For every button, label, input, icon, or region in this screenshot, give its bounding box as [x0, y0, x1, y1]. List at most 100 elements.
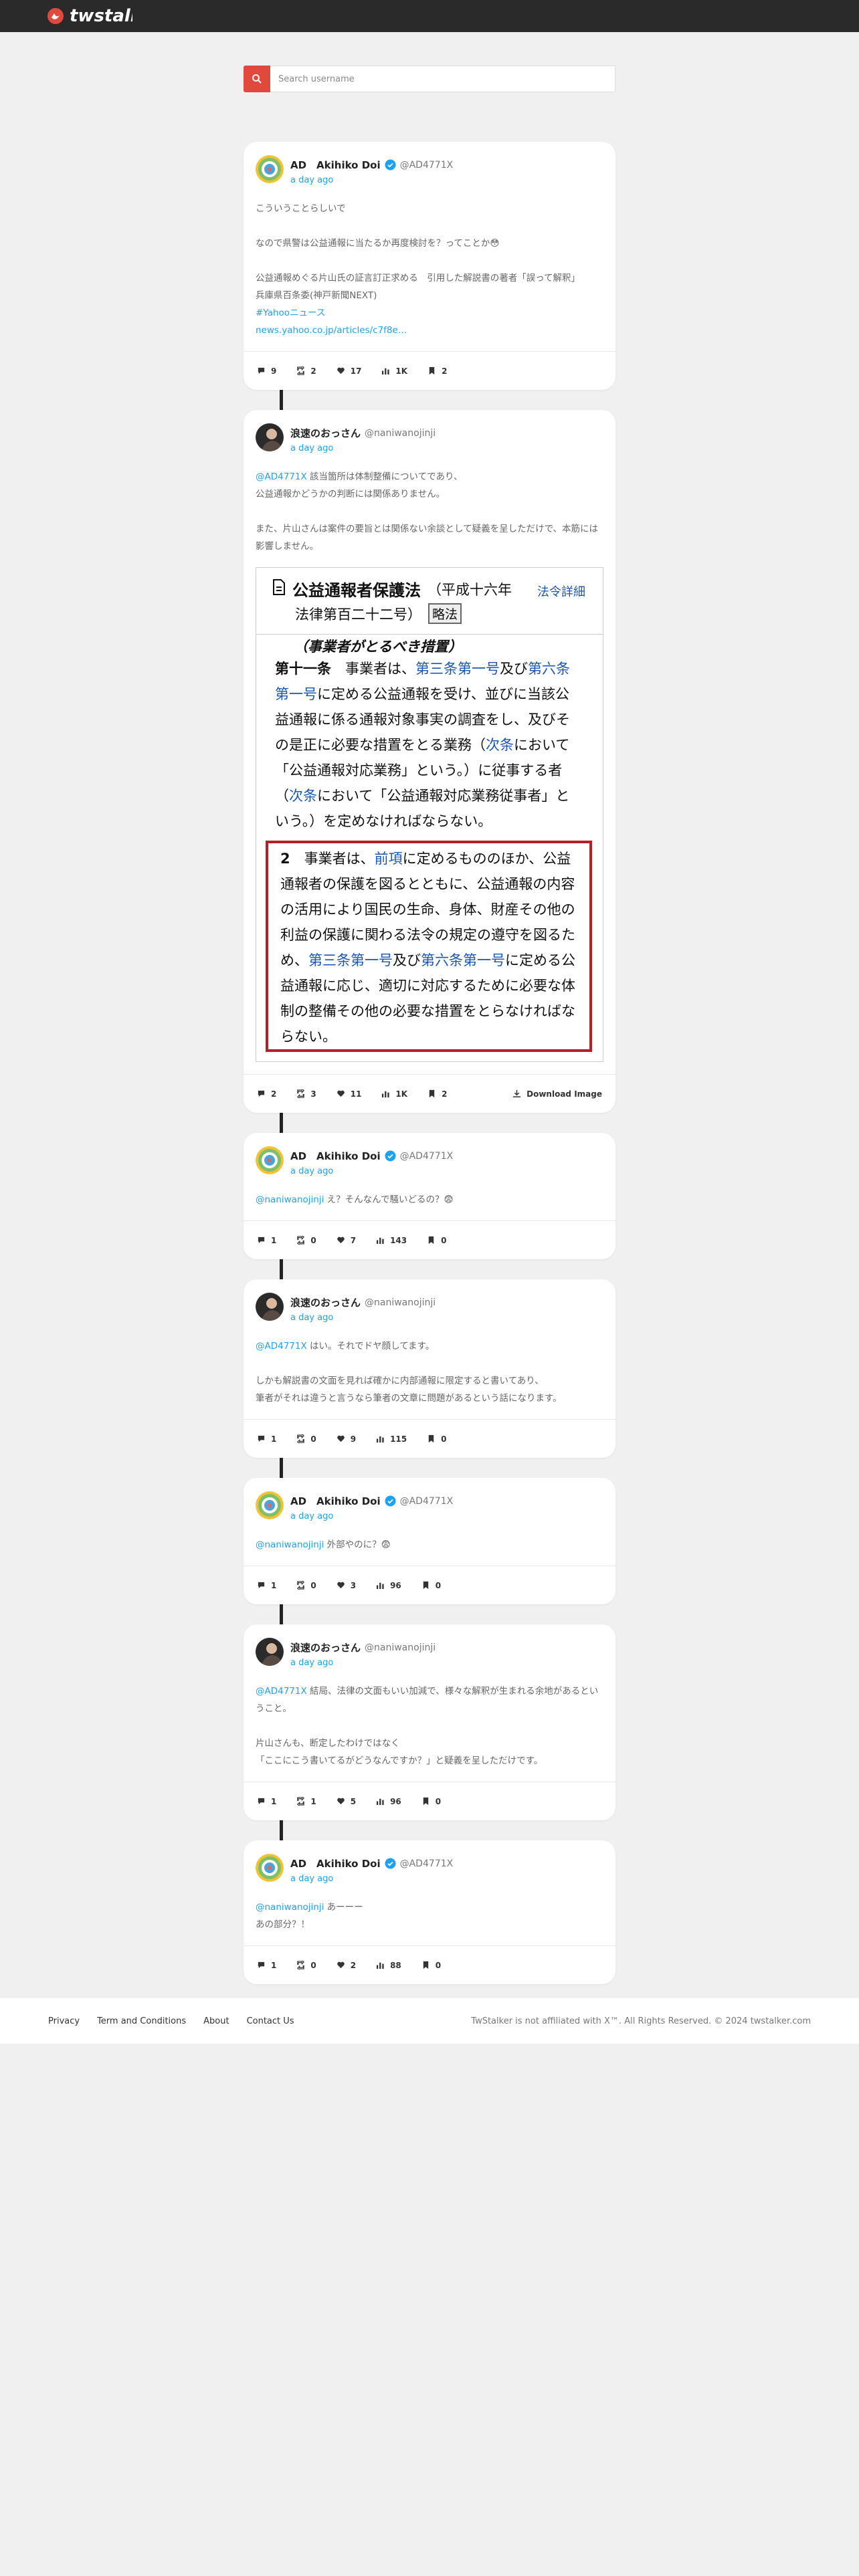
retweet-icon	[296, 1434, 305, 1443]
likes-action[interactable]: 3	[337, 1581, 356, 1590]
author-handle[interactable]: @AD4771X	[400, 160, 454, 171]
avatar[interactable]	[256, 1638, 284, 1666]
thread-connector	[280, 1113, 283, 1133]
tweet-timestamp[interactable]: a day ago	[290, 1166, 453, 1176]
bookmarks-action[interactable]: 2	[427, 1089, 447, 1099]
search-input[interactable]	[270, 66, 615, 92]
tweet-author: 浪速のおっさん @naniwanojinji a day ago	[290, 1293, 436, 1323]
mention-link[interactable]: @AD4771X	[256, 1686, 307, 1697]
views-action[interactable]: 88	[376, 1961, 401, 1970]
heart-icon	[337, 1797, 345, 1806]
author-line: AD Akihiko Doi @AD4771X	[290, 1856, 453, 1870]
tweet-text: こういうことらしいで なので県警は公益通報に当たるか再度検討を？ってことか😳 公…	[256, 200, 603, 339]
mention-link[interactable]: @AD4771X	[256, 1341, 307, 1352]
avatar[interactable]	[256, 1854, 284, 1882]
likes-action[interactable]: 11	[337, 1089, 362, 1099]
search-button[interactable]	[244, 66, 270, 92]
bookmarks-action[interactable]: 0	[427, 1236, 447, 1245]
law-text: に定めるもののほか、公益通報者の保護を図るとともに、公益通報の内容の活用により国…	[280, 851, 575, 968]
bookmarks-action[interactable]: 2	[427, 366, 447, 376]
retweets-action[interactable]: 1	[296, 1797, 316, 1806]
avatar[interactable]	[256, 1491, 284, 1519]
mention-link[interactable]: @naniwanojinji	[256, 1902, 324, 1913]
mention-link[interactable]: @naniwanojinji	[256, 1194, 324, 1205]
bookmarks-action[interactable]: 0	[427, 1434, 447, 1444]
avatar[interactable]	[256, 1293, 284, 1321]
author-name[interactable]: 浪速のおっさん	[290, 1640, 361, 1654]
replies-action[interactable]: 1	[257, 1961, 276, 1970]
views-action[interactable]: 115	[376, 1434, 407, 1444]
tweet-timestamp[interactable]: a day ago	[290, 1313, 436, 1323]
avatar[interactable]	[256, 155, 284, 183]
views-action[interactable]: 1K	[381, 366, 407, 376]
likes-action[interactable]: 9	[337, 1434, 356, 1444]
likes-action[interactable]: 7	[337, 1236, 356, 1245]
author-line: 浪速のおっさん @naniwanojinji	[290, 426, 436, 440]
tweet-timestamp[interactable]: a day ago	[290, 1874, 453, 1884]
author-handle[interactable]: @AD4771X	[400, 1496, 454, 1507]
replies-action[interactable]: 1	[257, 1581, 276, 1590]
bookmarks-action[interactable]: 0	[421, 1797, 441, 1806]
views-action[interactable]: 1K	[381, 1089, 407, 1099]
retweets-count: 2	[310, 366, 316, 376]
replies-action[interactable]: 9	[257, 366, 276, 376]
footer-link[interactable]: Term and Conditions	[97, 2016, 186, 2026]
tweet-timestamp[interactable]: a day ago	[290, 1511, 453, 1521]
tweet-header: 浪速のおっさん @naniwanojinji a day ago	[256, 423, 603, 453]
replies-count: 9	[271, 366, 277, 376]
retweets-action[interactable]: 2	[296, 366, 316, 376]
document-body: （事業者がとるべき措置） 第十一条 事業者は、第三条第一号及び第六条第一号に定める…	[256, 635, 603, 1052]
bookmarks-action[interactable]: 0	[421, 1581, 441, 1590]
tweet-timestamp[interactable]: a day ago	[290, 175, 453, 185]
tweet-timestamp[interactable]: a day ago	[290, 1658, 436, 1668]
retweets-count: 0	[310, 1580, 316, 1590]
likes-action[interactable]: 5	[337, 1797, 356, 1806]
footer-link[interactable]: About	[203, 2016, 229, 2026]
article-link[interactable]: news.yahoo.co.jp/articles/c7f8e…	[256, 322, 603, 339]
likes-count: 7	[350, 1235, 357, 1245]
author-name[interactable]: AD Akihiko Doi	[290, 158, 381, 172]
replies-action[interactable]: 1	[257, 1434, 276, 1444]
replies-action[interactable]: 1	[257, 1236, 276, 1245]
tweet-text-line: 公益通報めぐる片山氏の証言訂正求める 引用した解説書の著者「誤って解釈」	[256, 273, 581, 284]
attached-image[interactable]: 公益通報者保護法 （平成十六年 法律第百二十二号） 略法 法令詳細 （事業者がとるべき措置…	[256, 567, 603, 1062]
highlighted-paragraph: 2 事業者は、前項に定めるもののほか、公益通報者の保護を図るとともに、公益通報の…	[266, 841, 592, 1052]
retweets-action[interactable]: 0	[296, 1236, 316, 1245]
footer-link[interactable]: Contact Us	[247, 2016, 294, 2026]
author-handle[interactable]: @naniwanojinji	[365, 1297, 436, 1308]
author-handle[interactable]: @AD4771X	[400, 1858, 454, 1869]
retweets-action[interactable]: 3	[296, 1089, 316, 1099]
verified-icon	[385, 159, 396, 171]
footer-link[interactable]: Privacy	[48, 2016, 80, 2026]
views-action[interactable]: 96	[376, 1797, 401, 1806]
retweets-action[interactable]: 0	[296, 1434, 316, 1444]
logo[interactable]: twstalker	[47, 6, 132, 26]
download-image-button[interactable]: Download Image	[512, 1089, 602, 1099]
avatar[interactable]	[256, 423, 284, 451]
replies-action[interactable]: 1	[257, 1797, 276, 1806]
views-action[interactable]: 143	[376, 1236, 407, 1245]
likes-action[interactable]: 2	[337, 1961, 356, 1970]
author-name[interactable]: 浪速のおっさん	[290, 426, 361, 440]
author-handle[interactable]: @naniwanojinji	[365, 1642, 436, 1653]
avatar[interactable]	[256, 1146, 284, 1174]
author-name[interactable]: AD Akihiko Doi	[290, 1149, 381, 1163]
author-name[interactable]: AD Akihiko Doi	[290, 1856, 381, 1870]
author-name[interactable]: 浪速のおっさん	[290, 1295, 361, 1309]
tweet-author: 浪速のおっさん @naniwanojinji a day ago	[290, 423, 436, 453]
likes-count: 2	[350, 1960, 357, 1970]
retweets-action[interactable]: 0	[296, 1581, 316, 1590]
tweet-timestamp[interactable]: a day ago	[290, 443, 436, 453]
replies-action[interactable]: 2	[257, 1089, 276, 1099]
views-action[interactable]: 96	[376, 1581, 401, 1590]
author-name[interactable]: AD Akihiko Doi	[290, 1494, 381, 1508]
author-handle[interactable]: @AD4771X	[400, 1151, 454, 1162]
likes-action[interactable]: 17	[337, 366, 361, 376]
author-handle[interactable]: @naniwanojinji	[365, 428, 436, 439]
likes-count: 11	[350, 1089, 362, 1099]
bookmarks-action[interactable]: 0	[421, 1961, 441, 1970]
mention-link[interactable]: @naniwanojinji	[256, 1539, 324, 1550]
mention-link[interactable]: @AD4771X	[256, 471, 307, 482]
retweets-action[interactable]: 0	[296, 1961, 316, 1970]
hashtag-link[interactable]: #Yahooニュース	[256, 304, 603, 322]
